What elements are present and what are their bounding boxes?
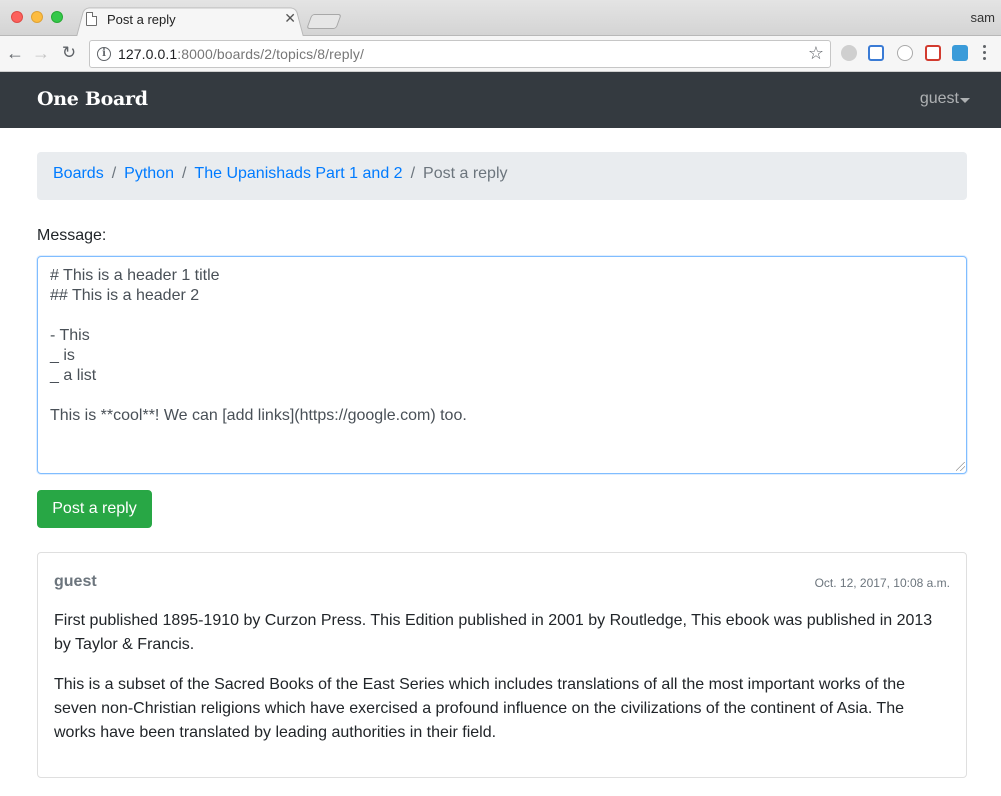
post-paragraph: This is a subset of the Sacred Books of …: [54, 676, 906, 741]
brand-logo[interactable]: One Board: [37, 88, 148, 110]
post-reply-button[interactable]: Post a reply: [37, 490, 152, 528]
info-icon[interactable]: i: [97, 47, 111, 61]
new-tab-button[interactable]: [306, 14, 342, 29]
browser-menu-icon[interactable]: [983, 45, 987, 63]
browser-toolbar: ← → ↻ i 127.0.0.1:8000/boards/2/topics/8…: [0, 36, 1001, 72]
post-body: First published 1895-1910 by Curzon Pres…: [54, 609, 950, 761]
message-textarea[interactable]: # This is a header 1 title ## This is a …: [37, 256, 967, 474]
resize-handle-icon[interactable]: [956, 462, 965, 471]
extension-music-icon[interactable]: [841, 45, 857, 61]
tab-title: Post a reply: [107, 12, 176, 27]
breadcrumb-separator: /: [410, 165, 416, 182]
browser-tab-bar: Post a reply ✕ sam: [0, 0, 1001, 38]
user-dropdown[interactable]: guest: [920, 90, 959, 108]
close-window-button[interactable]: [11, 11, 23, 23]
breadcrumb-separator: /: [111, 165, 117, 182]
address-bar[interactable]: i 127.0.0.1:8000/boards/2/topics/8/reply…: [89, 40, 831, 68]
breadcrumb-boards[interactable]: Boards: [53, 165, 104, 182]
post-author: guest: [54, 573, 97, 590]
extension-screenshot-icon[interactable]: [868, 45, 884, 61]
browser-profile-name[interactable]: sam: [970, 10, 995, 25]
maximize-window-button[interactable]: [51, 11, 63, 23]
post-card: guest Oct. 12, 2017, 10:08 a.m. First pu…: [37, 552, 967, 778]
back-arrow-icon[interactable]: ←: [4, 41, 26, 65]
breadcrumb-topic[interactable]: The Upanishads Part 1 and 2: [194, 165, 402, 182]
site-navbar: One Board guest: [0, 72, 1001, 128]
breadcrumb-separator: /: [181, 165, 187, 182]
bookmark-star-icon[interactable]: ☆: [808, 43, 824, 64]
chevron-down-icon[interactable]: [960, 98, 970, 103]
extension-book-icon[interactable]: [952, 45, 968, 61]
breadcrumb: Boards / Python / The Upanishads Part 1 and …: [37, 152, 967, 200]
extension-media-icon[interactable]: [925, 45, 941, 61]
breadcrumb-current: Post a reply: [423, 165, 508, 182]
url-text[interactable]: 127.0.0.1:8000/boards/2/topics/8/reply/: [118, 46, 364, 62]
reload-icon[interactable]: ↻: [58, 41, 80, 65]
extension-code-icon[interactable]: [897, 45, 913, 61]
browser-tab-content[interactable]: Post a reply ✕: [86, 10, 300, 30]
forward-arrow-icon[interactable]: →: [30, 41, 52, 65]
breadcrumb-board[interactable]: Python: [124, 165, 174, 182]
close-tab-icon[interactable]: ✕: [284, 10, 296, 27]
post-paragraph: First published 1895-1910 by Curzon Pres…: [54, 612, 933, 653]
page-icon: [86, 12, 97, 26]
minimize-window-button[interactable]: [31, 11, 43, 23]
message-label: Message:: [37, 227, 107, 244]
post-date: Oct. 12, 2017, 10:08 a.m.: [814, 576, 950, 590]
